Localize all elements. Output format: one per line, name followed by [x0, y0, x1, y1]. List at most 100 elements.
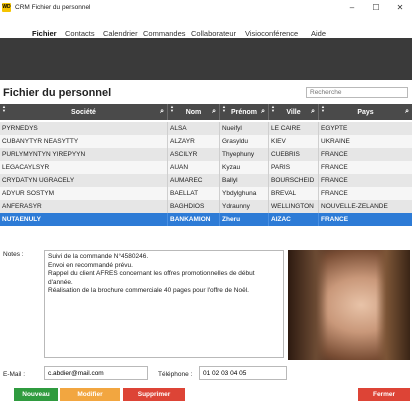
- sort-arrows-icon[interactable]: ▲ ▼: [321, 105, 325, 113]
- column-label: Prénom: [230, 108, 258, 116]
- table-row[interactable]: ADYUR SOSTYM BAELLAT Ybdylghuna BREVAL F…: [0, 187, 412, 200]
- email-field[interactable]: [44, 366, 148, 380]
- notes-line: Suivi de la commande N°4580246.: [48, 253, 149, 260]
- table-row[interactable]: ANFERASYR BAGHDIOS Ydraunny WELLINGTON N…: [0, 200, 412, 213]
- cell-prenom: Ybdylghuna: [220, 187, 269, 200]
- table-row[interactable]: CUBANYTYR NEASYTTY ALZAYR Grasyldu KIEV …: [0, 135, 412, 148]
- cell-nom: ASCILYR: [168, 148, 220, 161]
- sort-arrows-icon[interactable]: ▲ ▼: [170, 105, 174, 113]
- cell-societe: NUTAENULY: [0, 213, 168, 226]
- column-label: Nom: [185, 108, 202, 116]
- cell-pays: UKRAINE: [321, 138, 350, 145]
- table-row[interactable]: CRYDATYN UGRACELY AUMAREC Ballyl BOURSCH…: [0, 174, 412, 187]
- phone-label: Téléphone :: [158, 371, 193, 378]
- minimize-button[interactable]: –: [340, 0, 364, 14]
- menu-collaborateur[interactable]: Collaborateur: [191, 29, 236, 38]
- cell-nom: BAELLAT: [168, 187, 220, 200]
- cell-ville: PARIS: [269, 161, 319, 174]
- menu-aide[interactable]: Aide: [311, 29, 326, 38]
- app-logo: WD: [2, 2, 11, 12]
- search-input[interactable]: [306, 87, 408, 98]
- cell-nom: ALSA: [168, 122, 220, 135]
- column-header-societe[interactable]: ▲ ▼ Société ⌕: [0, 104, 168, 120]
- cell-societe: PYRNEDYS: [0, 122, 168, 135]
- cell-ville: AIZAC: [269, 213, 319, 226]
- magnifier-icon[interactable]: ⌕: [405, 108, 409, 116]
- magnifier-icon[interactable]: ⌕: [261, 108, 265, 116]
- header-banner: [0, 38, 412, 80]
- cell-nom: ALZAYR: [168, 135, 220, 148]
- column-label: Pays: [357, 108, 374, 116]
- cell-pays: FRANCE: [321, 190, 348, 197]
- photo-hair-left: [288, 250, 328, 360]
- delete-button[interactable]: Supprimer: [123, 388, 185, 401]
- cell-ville: CUEBRIS: [269, 148, 319, 161]
- cell-prenom: Kyzau: [220, 161, 269, 174]
- new-button[interactable]: Nouveau: [14, 388, 58, 401]
- column-label: Ville: [286, 108, 301, 116]
- cell-ville: WELLINGTON: [269, 200, 319, 213]
- title-bar: WD CRM Fichier du personnel – ☐ ✕: [0, 0, 412, 14]
- employee-photo: [288, 250, 410, 360]
- column-header-pays[interactable]: ▲ ▼ Pays ⌕: [319, 104, 412, 120]
- cell-societe: CUBANYTYR NEASYTTY: [0, 135, 168, 148]
- table-row[interactable]: PURLYMYNTYN YIREPYYN ASCILYR Thyephuny C…: [0, 148, 412, 161]
- cell-prenom: Ydraunny: [220, 200, 269, 213]
- cell-nom: AUAN: [168, 161, 220, 174]
- cell-pays: NOUVELLE-ZELANDE: [321, 203, 388, 210]
- magnifier-icon[interactable]: ⌕: [212, 108, 216, 116]
- cell-societe: ADYUR SOSTYM: [0, 187, 168, 200]
- notes-label: Notes :: [3, 251, 24, 258]
- cell-prenom: Nueifyl: [220, 122, 269, 135]
- cell-prenom: Zheru: [220, 213, 269, 226]
- cell-prenom: Thyephuny: [220, 148, 269, 161]
- maximize-button[interactable]: ☐: [364, 0, 388, 14]
- cell-societe: CRYDATYN UGRACELY: [0, 174, 168, 187]
- notes-line: Envoi en recommandé prévu.: [48, 261, 133, 269]
- sort-arrows-icon[interactable]: ▲ ▼: [2, 105, 6, 113]
- cell-pays: EGYPTE: [321, 125, 348, 132]
- column-header-nom[interactable]: ▲ ▼ Nom ⌕: [168, 104, 220, 120]
- notes-textarea[interactable]: Suivi de la commande N°4580246. Envoi en…: [44, 250, 284, 358]
- column-header-ville[interactable]: ▲ ▼ Ville ⌕: [269, 104, 319, 120]
- close-button[interactable]: Fermer: [358, 388, 410, 401]
- phone-field[interactable]: [199, 366, 287, 380]
- menu-commandes[interactable]: Commandes: [143, 29, 186, 38]
- cell-nom: BANKAMION: [168, 213, 220, 226]
- menu-contacts[interactable]: Contacts: [65, 29, 95, 38]
- cell-pays: FRANCE: [321, 151, 348, 158]
- cell-prenom: Ballyl: [220, 174, 269, 187]
- cell-nom: AUMAREC: [168, 174, 220, 187]
- close-window-button[interactable]: ✕: [388, 0, 412, 14]
- sort-arrows-icon[interactable]: ▲ ▼: [222, 105, 226, 113]
- magnifier-icon[interactable]: ⌕: [311, 108, 315, 116]
- photo-hair-right: [376, 250, 410, 360]
- cell-ville: KIEV: [269, 135, 319, 148]
- cell-nom: BAGHDIOS: [168, 200, 220, 213]
- window-title: CRM Fichier du personnel: [15, 3, 91, 11]
- table-row-selected[interactable]: NUTAENULY BANKAMION Zheru AIZAC FRANCE: [0, 213, 412, 226]
- cell-societe: ANFERASYR: [0, 200, 168, 213]
- menu-visioconference[interactable]: Visioconférence: [245, 29, 298, 38]
- magnifier-icon[interactable]: ⌕: [160, 108, 164, 116]
- cell-pays: FRANCE: [321, 164, 348, 171]
- notes-line: d'année.: [48, 278, 73, 286]
- column-label: Société: [71, 108, 96, 116]
- table-row[interactable]: PYRNEDYS ALSA Nueifyl LE CAIRE EGYPTE: [0, 122, 412, 135]
- cell-societe: PURLYMYNTYN YIREPYYN: [0, 148, 168, 161]
- edit-button[interactable]: Modifier: [60, 388, 120, 401]
- cell-societe: LEGACAYLSYR: [0, 161, 168, 174]
- notes-line: Réalisation de la brochure commerciale 4…: [48, 287, 249, 294]
- column-header-prenom[interactable]: ▲ ▼ Prénom ⌕: [220, 104, 269, 120]
- menu-fichier[interactable]: Fichier: [29, 29, 60, 38]
- cell-pays: FRANCE: [321, 216, 349, 223]
- cell-pays: FRANCE: [321, 177, 348, 184]
- cell-ville: LE CAIRE: [269, 122, 319, 135]
- table-header: ▲ ▼ Société ⌕ ▲ ▼ Nom ⌕ ▲ ▼ Prénom ⌕ ▲ ▼ Vil…: [0, 104, 412, 120]
- cell-prenom: Grasyldu: [220, 135, 269, 148]
- email-label: E-Mail :: [3, 371, 26, 378]
- menu-calendrier[interactable]: Calendrier: [103, 29, 138, 38]
- sort-arrows-icon[interactable]: ▲ ▼: [271, 105, 275, 113]
- cell-ville: BREVAL: [269, 187, 319, 200]
- table-row[interactable]: LEGACAYLSYR AUAN Kyzau PARIS FRANCE: [0, 161, 412, 174]
